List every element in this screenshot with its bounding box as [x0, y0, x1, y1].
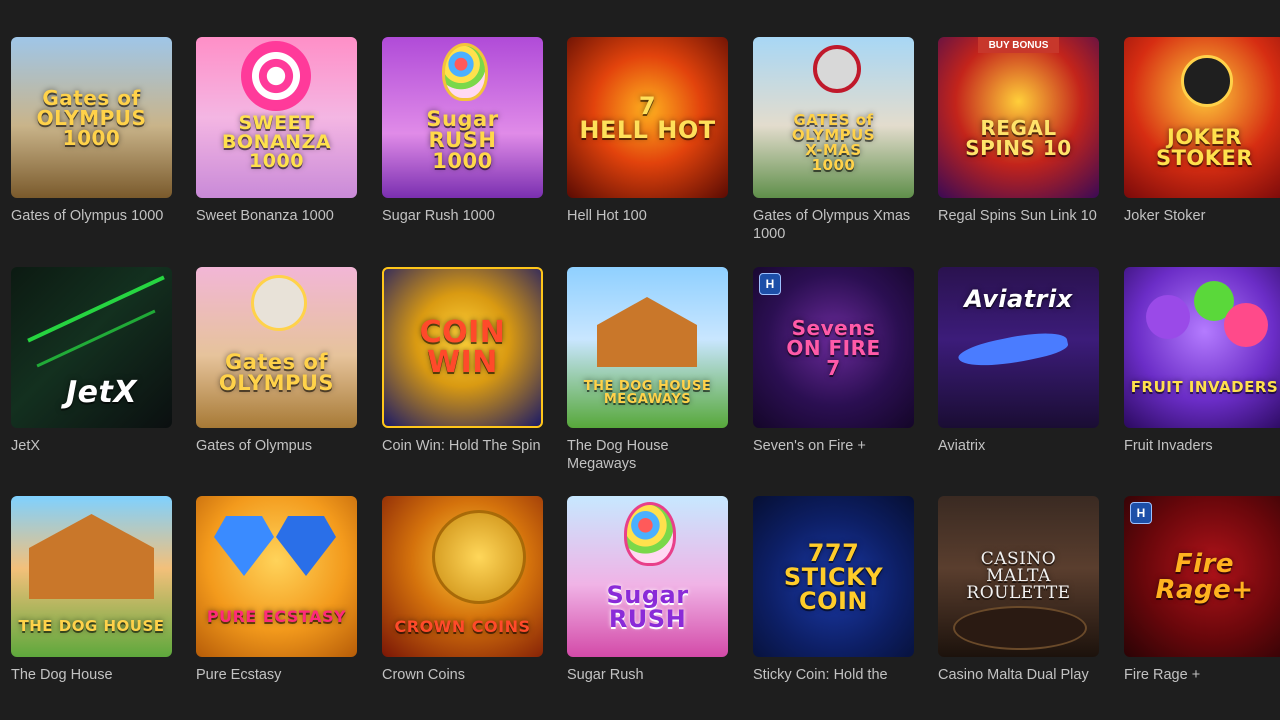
game-art-title: THE DOG HOUSE MEGAWAYS [583, 378, 712, 407]
game-card[interactable]: GATES of OLYMPUS X-MAS 1000 Gates of Oly… [753, 37, 914, 243]
game-card[interactable]: H Fire Rage+ Fire Rage + [1124, 496, 1280, 684]
game-thumbnail[interactable]: 7 HELL HOT [567, 37, 728, 198]
game-title[interactable]: Aviatrix [938, 437, 1103, 455]
game-art-title: Sugar RUSH [606, 580, 689, 633]
game-title[interactable]: The Dog House [11, 666, 176, 684]
game-title[interactable]: Gates of Olympus Xmas 1000 [753, 207, 918, 243]
game-card[interactable]: Aviatrix Aviatrix [938, 267, 1099, 455]
game-art-title: CROWN COINS [394, 616, 531, 636]
game-card[interactable]: Sugar RUSH 1000 Sugar Rush 1000 [382, 37, 543, 225]
game-card[interactable]: Gates of OLYMPUS Gates of Olympus [196, 267, 357, 455]
game-card[interactable]: SWEET BONANZA 1000 Sweet Bonanza 1000 [196, 37, 357, 225]
game-title[interactable]: Crown Coins [382, 666, 547, 684]
game-title[interactable]: Fire Rage + [1124, 666, 1280, 684]
game-title[interactable]: Sugar Rush 1000 [382, 207, 547, 225]
game-art-title: COIN WIN [419, 314, 506, 380]
game-thumbnail[interactable]: Aviatrix [938, 267, 1099, 428]
game-card[interactable]: 777 STICKY COIN Sticky Coin: Hold the Sp… [753, 496, 914, 684]
game-title[interactable]: Seven's on Fire + [753, 437, 918, 455]
buy-bonus-ribbon: BUY BONUS [978, 37, 1059, 53]
game-card[interactable]: CASINO MALTA ROULETTE Casino Malta Dual … [938, 496, 1099, 684]
game-title[interactable]: The Dog House Megaways [567, 437, 732, 473]
game-title[interactable]: Gates of Olympus 1000 [11, 207, 176, 225]
provider-badge: H [1130, 502, 1152, 524]
game-card[interactable]: H Sevens ON FIRE 7 Seven's on Fire + [753, 267, 914, 455]
game-card[interactable]: THE DOG HOUSE The Dog House [11, 496, 172, 684]
game-thumbnail[interactable]: JOKER STOKER [1124, 37, 1280, 198]
game-card[interactable]: COIN WIN Coin Win: Hold The Spin [382, 267, 543, 455]
game-art-title: Sugar RUSH 1000 [426, 107, 499, 173]
game-card[interactable]: Gates of OLYMPUS 1000 Gates of Olympus 1… [11, 37, 172, 225]
game-thumbnail[interactable]: H Fire Rage+ [1124, 496, 1280, 657]
provider-badge: H [759, 273, 781, 295]
game-art-title: SWEET BONANZA 1000 [221, 112, 332, 172]
game-thumbnail[interactable]: Gates of OLYMPUS [196, 267, 357, 428]
game-card[interactable]: JOKER STOKER Joker Stoker [1124, 37, 1280, 225]
game-art-title: Aviatrix [964, 285, 1073, 313]
game-title[interactable]: Coin Win: Hold The Spin [382, 437, 547, 455]
game-art-title: FRUIT INVADERS [1130, 378, 1279, 396]
game-card[interactable]: Sugar RUSH Sugar Rush [567, 496, 728, 684]
game-art-title: GATES of OLYMPUS X-MAS 1000 [791, 110, 876, 174]
game-card[interactable]: 7 HELL HOT Hell Hot 100 [567, 37, 728, 225]
game-art-title: CASINO MALTA ROULETTE [966, 549, 1071, 603]
game-art-title: Sevens ON FIRE 7 [786, 315, 881, 380]
game-thumbnail[interactable]: COIN WIN [382, 267, 543, 428]
game-title[interactable]: JetX [11, 437, 176, 455]
game-card[interactable]: BUY BONUS REGAL SPINS 10 Regal Spins Sun… [938, 37, 1099, 225]
game-title[interactable]: Fruit Invaders [1124, 437, 1280, 455]
game-art-title: Fire Rage+ [1155, 548, 1254, 605]
game-card[interactable]: JetX JetX [11, 267, 172, 455]
game-thumbnail[interactable]: BUY BONUS REGAL SPINS 10 [938, 37, 1099, 198]
game-thumbnail[interactable]: CASINO MALTA ROULETTE [938, 496, 1099, 657]
game-art-title: 7 HELL HOT [579, 91, 716, 144]
game-title[interactable]: Sugar Rush [567, 666, 732, 684]
game-thumbnail[interactable]: GATES of OLYMPUS X-MAS 1000 [753, 37, 914, 198]
game-art-title: THE DOG HOUSE [18, 617, 165, 635]
game-art-title: Gates of OLYMPUS [218, 349, 335, 395]
game-thumbnail[interactable]: Sugar RUSH 1000 [382, 37, 543, 198]
game-art-title: 777 STICKY COIN [783, 538, 884, 615]
game-art-title: REGAL SPINS 10 [965, 115, 1072, 160]
game-title[interactable]: Regal Spins Sun Link 10 [938, 207, 1103, 225]
game-thumbnail[interactable]: FRUIT INVADERS [1124, 267, 1280, 428]
game-card[interactable]: PURE ECSTASY Pure Ecstasy [196, 496, 357, 684]
game-thumbnail[interactable]: THE DOG HOUSE MEGAWAYS [567, 267, 728, 428]
game-thumbnail[interactable]: H Sevens ON FIRE 7 [753, 267, 914, 428]
game-title[interactable]: Casino Malta Dual Play Roulette [938, 666, 1103, 684]
game-thumbnail[interactable]: CROWN COINS [382, 496, 543, 657]
game-card[interactable]: THE DOG HOUSE MEGAWAYS The Dog House Meg… [567, 267, 728, 473]
game-art-title: JOKER STOKER [1155, 124, 1254, 170]
game-thumbnail[interactable]: 777 STICKY COIN [753, 496, 914, 657]
game-title[interactable]: Sticky Coin: Hold the Spin [753, 666, 918, 684]
game-card[interactable]: FRUIT INVADERS Fruit Invaders [1124, 267, 1280, 455]
games-grid: Gates of OLYMPUS 1000 Gates of Olympus 1… [0, 0, 1280, 720]
game-thumbnail[interactable]: THE DOG HOUSE [11, 496, 172, 657]
game-title[interactable]: Hell Hot 100 [567, 207, 732, 225]
game-title[interactable]: Joker Stoker [1124, 207, 1280, 225]
game-thumbnail[interactable]: Sugar RUSH [567, 496, 728, 657]
game-art-title: Gates of OLYMPUS 1000 [36, 85, 147, 150]
game-thumbnail[interactable]: JetX [11, 267, 172, 428]
game-title[interactable]: Gates of Olympus [196, 437, 361, 455]
game-title[interactable]: Pure Ecstasy [196, 666, 361, 684]
game-title[interactable]: Sweet Bonanza 1000 [196, 207, 361, 225]
game-art-title: PURE ECSTASY [206, 606, 347, 626]
game-thumbnail[interactable]: Gates of OLYMPUS 1000 [11, 37, 172, 198]
game-art-title: JetX [66, 374, 137, 410]
game-thumbnail[interactable]: PURE ECSTASY [196, 496, 357, 657]
game-card[interactable]: CROWN COINS Crown Coins [382, 496, 543, 684]
game-thumbnail[interactable]: SWEET BONANZA 1000 [196, 37, 357, 198]
